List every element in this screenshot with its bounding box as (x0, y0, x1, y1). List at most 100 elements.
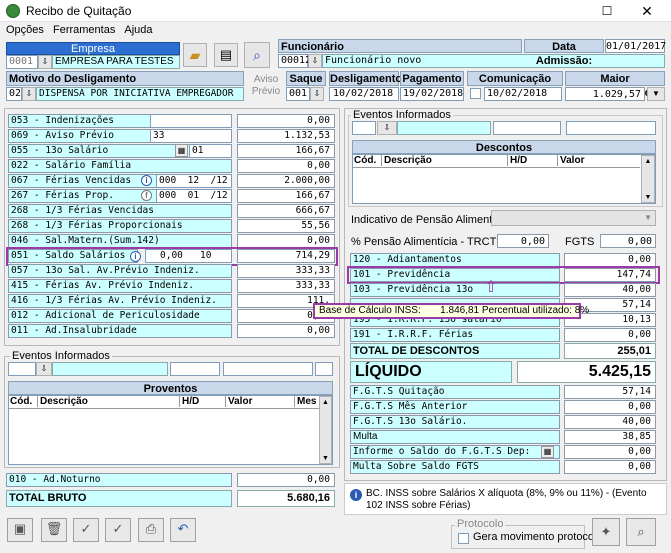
saque-field[interactable]: 001 (286, 87, 310, 101)
maior-remuneracao-button[interactable]: ▼ (647, 87, 665, 101)
motivo-lookup-button[interactable]: ⇩ (22, 87, 36, 101)
fgts-value[interactable]: 0,00 (564, 445, 656, 459)
evento-left-valor-field[interactable] (223, 362, 313, 376)
deduction-value[interactable]: 0,00 (564, 253, 656, 267)
earning-value[interactable]: 2.000,00 (237, 174, 335, 188)
deduction-value[interactable]: 147,74 (564, 268, 656, 282)
calculator-icon[interactable]: ▦ (541, 446, 554, 458)
earning-value[interactable]: 0,00 (237, 159, 335, 173)
earning-value[interactable]: 333,33 (237, 264, 335, 278)
col-cod[interactable]: Cód. (354, 155, 376, 166)
adnoturno-row: 010 - Ad.Noturno (6, 473, 232, 487)
col-valor[interactable]: Valor (225, 396, 252, 407)
admissao-field[interactable]: 01/01/2017 (605, 39, 666, 53)
evento-left-lookup-button[interactable]: ⇩ (36, 362, 52, 376)
descontos-scrollbar[interactable]: ▲ ▼ (641, 155, 655, 203)
funcionario-code-field[interactable]: 00012 (278, 54, 311, 68)
earning-value[interactable]: 0,00 (237, 234, 335, 248)
function-icon[interactable]: f (141, 189, 152, 201)
empresa-code-field[interactable]: 0001 (6, 55, 38, 69)
delete-icon[interactable]: 🗑 (41, 518, 67, 542)
confirm-icon[interactable]: ✓ (73, 518, 99, 542)
adnoturno-value[interactable]: 0,00 (237, 473, 335, 487)
fgts-value[interactable]: 0,00 (564, 400, 656, 414)
calculator-icon[interactable]: ▦ (175, 144, 188, 157)
close-icon[interactable]: ✕ (632, 2, 662, 20)
print-icon[interactable]: ⎙ (138, 518, 164, 542)
comunicacao-field[interactable]: 10/02/2018 (484, 87, 562, 101)
comunicacao-checkbox[interactable] (470, 88, 481, 99)
evento-right-valor-field[interactable] (566, 121, 656, 135)
scroll-down-icon[interactable]: ▼ (642, 192, 654, 204)
search-employee-button[interactable]: ⌕ (244, 42, 270, 68)
fgts-value[interactable]: 0,00 (564, 460, 656, 474)
col-hd[interactable]: H/D (507, 155, 527, 166)
deduction-value[interactable]: 40,00 (564, 283, 656, 297)
scroll-up-icon[interactable]: ▲ (320, 397, 331, 409)
earning-row: 268 - 1/3 Férias Proporcionais (8, 219, 232, 233)
fgts-value[interactable]: 40,00 (564, 415, 656, 429)
scroll-up-icon[interactable]: ▲ (642, 156, 654, 168)
earning-value[interactable]: 1.132,53 (237, 129, 335, 143)
col-hd[interactable]: H/D (179, 396, 199, 407)
info-icon[interactable]: i (141, 174, 152, 186)
indenizacoes-extra-field[interactable] (150, 114, 232, 128)
protocolo-checkbox-label[interactable]: Gera movimento protocolo (473, 531, 603, 543)
evento-right-lookup-button[interactable]: ⇩ (377, 121, 397, 135)
earning-value[interactable]: 0,00 (237, 324, 335, 338)
evento-left-hd-field[interactable] (170, 362, 220, 376)
evento-right-hd-field[interactable] (493, 121, 561, 135)
earning-value[interactable]: 0,00 (237, 114, 335, 128)
saldo-salarios-ref-field[interactable]: 0,00 10 (145, 249, 232, 263)
protocolo-checkbox[interactable] (458, 533, 469, 544)
info-icon[interactable]: i (130, 250, 141, 262)
indicativo-pensao-select[interactable]: ▼ (491, 210, 656, 226)
fgts-field[interactable]: 0,00 (600, 234, 656, 248)
motivo-code-field[interactable]: 02 (6, 87, 22, 101)
earning-value[interactable]: 714,29 (237, 249, 335, 263)
pagamento-field[interactable]: 19/02/2018 (400, 87, 464, 101)
col-valor[interactable]: Valor (557, 155, 584, 166)
fgts-value[interactable]: 57,14 (564, 385, 656, 399)
col-mes[interactable]: Mes (294, 396, 316, 407)
deduction-value[interactable]: 0,00 (564, 328, 656, 342)
earning-value[interactable]: 166,67 (237, 144, 335, 158)
funcionario-lookup-button[interactable]: ⇩ (308, 54, 322, 68)
pensao-percent-field[interactable]: 0,00 (497, 234, 549, 248)
save-icon[interactable]: ▣ (7, 518, 33, 542)
saque-lookup-button[interactable]: ⇩ (310, 87, 324, 101)
evento-right-code-field[interactable] (352, 121, 376, 135)
col-descricao[interactable]: Descrição (381, 155, 432, 166)
evento-left-code-field[interactable] (8, 362, 36, 376)
aviso-dias-field[interactable]: 33 (150, 129, 232, 143)
search-icon[interactable]: ⌕ (626, 518, 656, 546)
arrow-up-icon: ⇧ (484, 279, 498, 296)
menu-ferramentas[interactable]: Ferramentas (53, 24, 115, 36)
evento-left-mes-field[interactable] (315, 362, 333, 376)
menu-opcoes[interactable]: Opções (6, 24, 44, 36)
maximize-icon[interactable]: ☐ (594, 2, 620, 20)
empresa-lookup-button[interactable]: ⇩ (38, 55, 52, 69)
earning-value[interactable]: 55,56 (237, 219, 335, 233)
settings-icon[interactable]: ✦ (592, 518, 620, 546)
scroll-down-icon[interactable]: ▼ (320, 453, 331, 465)
proventos-scrollbar[interactable]: ▲ ▼ (319, 396, 332, 464)
menu-ajuda[interactable]: Ajuda (124, 24, 152, 36)
desligamento-field[interactable]: 10/02/2018 (329, 87, 399, 101)
earning-value[interactable]: 333,33 (237, 279, 335, 293)
fgts-value[interactable]: 38,85 (564, 430, 656, 444)
earning-value[interactable]: 666,67 (237, 204, 335, 218)
col-cod[interactable]: Cód. (10, 396, 32, 407)
undo-icon[interactable]: ↶ (170, 518, 196, 542)
maior-remuneracao-field[interactable]: 1.029,57 (565, 87, 645, 101)
open-folder-button[interactable]: ▰ (183, 43, 207, 67)
ferias-prop-ref-field[interactable]: 000 01 /12 (156, 189, 232, 203)
document-button[interactable]: ▤ (214, 43, 238, 67)
deduction-row: 103 - Previdência 13o (350, 283, 560, 297)
ferias-vencidas-ref-field[interactable]: 000 12 /12 (156, 174, 232, 188)
funcionario-name-field: Funcionário novo (322, 54, 665, 68)
confirm-all-icon[interactable]: ✓ (105, 518, 131, 542)
earning-value[interactable]: 166,67 (237, 189, 335, 203)
col-descricao[interactable]: Descrição (37, 396, 88, 407)
decimo-ref-field[interactable]: 01 (189, 144, 232, 158)
